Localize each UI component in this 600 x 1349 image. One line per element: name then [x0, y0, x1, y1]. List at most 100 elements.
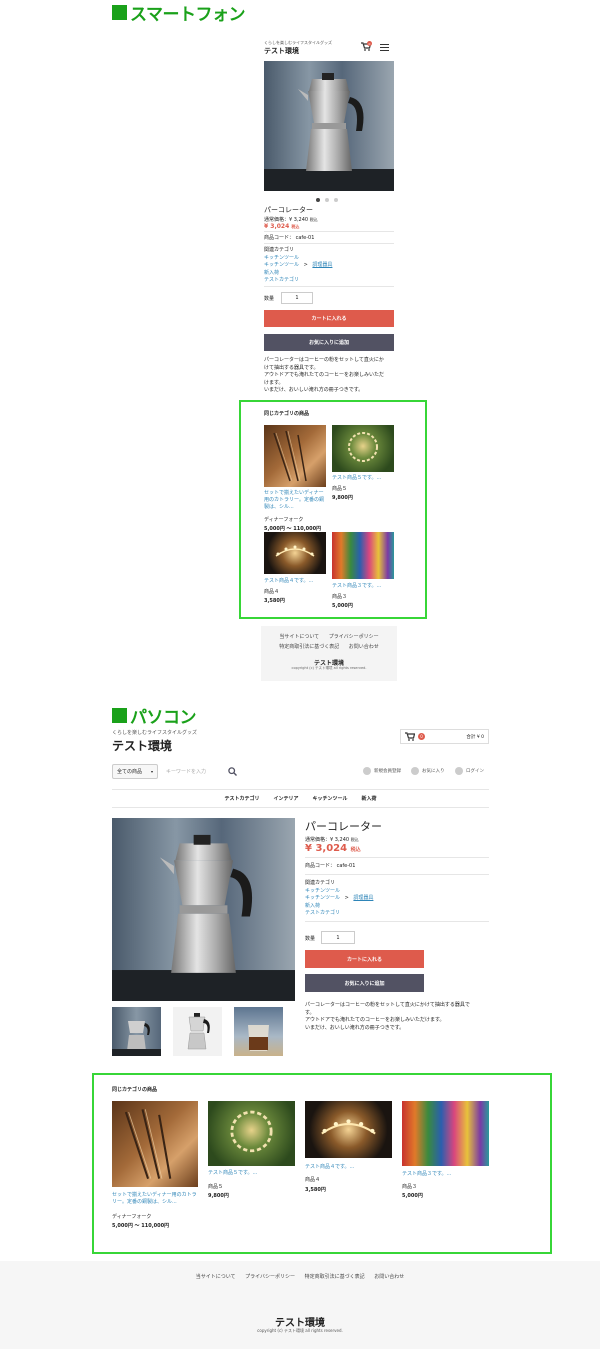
related-link[interactable]: テストカテゴリ — [264, 277, 332, 285]
pc-item-title[interactable]: セットで揃えたいディナー用のカトラリー。定番の銅製は、シル... — [112, 1192, 200, 1206]
smartphone-heading: スマートフォン — [112, 0, 246, 25]
nav-item[interactable]: 新入荷 — [362, 795, 377, 802]
sp-item-price: 5,000円 ～ 110,000円 — [264, 526, 322, 532]
related-link[interactable]: 新入荷 — [305, 903, 373, 911]
sp-cart-button[interactable]: 0 — [361, 41, 373, 54]
sp-item-image[interactable] — [264, 532, 326, 574]
related-link[interactable]: キッチンツール — [264, 262, 299, 268]
sp-item-price: 5,000円 — [332, 603, 353, 609]
pc-same-category-title: 同じカテゴリの商品 — [112, 1087, 158, 1093]
pc-footer-shop: テスト環境 — [275, 1318, 325, 1329]
pc-item-image[interactable] — [112, 1101, 198, 1187]
cart-icon — [405, 732, 415, 741]
pc-login-link[interactable]: ログイン — [455, 767, 484, 775]
sp-item-price: 9,800円 — [332, 495, 353, 501]
sp-item-title[interactable]: テスト商品５です。... — [332, 474, 381, 481]
carousel-dot[interactable] — [325, 198, 329, 202]
pc-description: パーコレーターはコーヒーの粉をセットして直火にかけて抽出する器具で す。 アウト… — [305, 1002, 495, 1032]
nav-item[interactable]: テストカテゴリ — [224, 795, 259, 802]
pc-tagline: くらしを楽しむライフスタイルグッズ — [112, 730, 198, 736]
footer-link[interactable]: 当サイトについて — [196, 1274, 236, 1280]
related-label: 関連カテゴリ — [305, 880, 336, 886]
sp-qty-input[interactable]: 1 — [281, 292, 313, 304]
pc-sale-price: ¥ 3,024 税込 — [305, 843, 361, 854]
pc-favorite-link[interactable]: お気に入り — [411, 767, 445, 775]
sp-item-title[interactable]: テスト商品３です。... — [332, 582, 381, 589]
sp-item-image[interactable] — [332, 425, 394, 472]
sp-shop-name[interactable]: テスト環境 — [264, 46, 299, 56]
price-tax: 税込 — [291, 224, 300, 229]
sp-add-to-favorite-button[interactable]: お気に入りに追加 — [264, 334, 394, 351]
tax-label: 税込 — [350, 837, 359, 842]
sp-qty-label: 数量 — [264, 296, 275, 302]
description-line: けて抽出する器具です。 — [264, 364, 319, 371]
footer-link[interactable]: プライバシーポリシー — [329, 634, 379, 640]
chevron-down-icon: ▾ — [150, 769, 153, 774]
pc-heading: パソコン — [112, 703, 197, 728]
smartphone-heading-text: スマートフォン — [130, 5, 246, 25]
category-select-value: 全ての商品 — [117, 769, 143, 775]
carousel-dot[interactable] — [316, 198, 320, 202]
pc-item-image[interactable] — [305, 1101, 392, 1158]
sp-product-image[interactable] — [264, 61, 394, 191]
sp-add-to-cart-button[interactable]: カートに入れる — [264, 310, 394, 327]
footer-link[interactable]: プライバシーポリシー — [245, 1274, 295, 1280]
pc-item-title[interactable]: テスト商品４です。... — [305, 1163, 354, 1170]
pc-footer: 当サイトについて プライバシーポリシー 特定商取引法に基づく表記 お問い合わせ … — [0, 1261, 600, 1349]
pc-heading-text: パソコン — [130, 708, 197, 728]
sp-product-name: パーコレーター — [264, 206, 313, 214]
pc-item-title[interactable]: テスト商品３です。... — [402, 1170, 451, 1177]
footer-link[interactable]: 当サイトについて — [279, 634, 319, 640]
sp-item-title[interactable]: テスト商品４です。... — [264, 577, 313, 584]
sp-carousel-dots[interactable] — [316, 198, 338, 202]
related-link[interactable]: キッチンツール — [264, 255, 332, 263]
description-line: アウトドアでも淹れたてのコーヒーをお楽しみいただけます。 — [305, 1017, 445, 1023]
sp-footer: 当サイトについて プライバシーポリシー 特定商取引法に基づく表記 お問い合わせ … — [261, 626, 397, 681]
pc-shop-name[interactable]: テスト環境 — [112, 737, 172, 754]
sp-cart-badge: 0 — [367, 41, 372, 46]
related-link[interactable]: キッチンツール — [305, 888, 373, 896]
description-line: パーコレーターはコーヒーの粉をセットして直火にか — [264, 357, 384, 363]
pc-register-link[interactable]: 新規会員登録 — [363, 767, 401, 775]
search-icon[interactable] — [228, 767, 237, 776]
pc-footer-links: 当サイトについて プライバシーポリシー 特定商取引法に基づく表記 お問い合わせ — [0, 1273, 600, 1280]
pc-item-image[interactable] — [208, 1101, 295, 1166]
related-label: 関連カテゴリ — [264, 247, 295, 253]
nav-item[interactable]: インテリア — [273, 795, 298, 802]
pc-cart-button[interactable]: 0 合計 ¥ 0 — [400, 729, 489, 744]
footer-link[interactable]: お問い合わせ — [374, 1274, 404, 1280]
sp-item-title[interactable]: セットで揃えたいディナー用のカトラリー。定番の銅製は、シル... — [264, 490, 328, 511]
pc-item-image[interactable] — [402, 1101, 489, 1166]
divider — [305, 874, 489, 875]
sp-item-image[interactable] — [264, 425, 326, 487]
sp-same-category-title: 同じカテゴリの商品 — [264, 411, 310, 417]
hamburger-menu-icon[interactable] — [380, 44, 389, 51]
related-link[interactable]: キッチンツール — [305, 895, 340, 901]
pc-item-title[interactable]: テスト商品５です。... — [208, 1169, 257, 1176]
pc-thumbnail[interactable] — [234, 1007, 283, 1056]
user-icon — [363, 767, 371, 775]
description-line: す。 — [305, 1009, 315, 1016]
related-link[interactable]: 調理器具 — [353, 895, 373, 901]
divider — [264, 231, 394, 232]
price-tax: 税込 — [350, 847, 361, 853]
pc-add-to-cart-button[interactable]: カートに入れる — [305, 950, 424, 968]
pc-add-to-favorite-button[interactable]: お気に入りに追加 — [305, 974, 424, 992]
pc-qty-input[interactable]: 1 — [321, 931, 355, 944]
related-link[interactable]: 新入荷 — [264, 270, 332, 278]
carousel-dot[interactable] — [334, 198, 338, 202]
footer-link[interactable]: 特定商取引法に基づく表記 — [305, 1274, 365, 1280]
footer-link[interactable]: 特定商取引法に基づく表記 — [279, 644, 339, 650]
sp-related-categories: 関連カテゴリ キッチンツール キッチンツール > 調理器具 新入荷 テストカテゴ… — [264, 247, 332, 285]
footer-link[interactable]: お問い合わせ — [349, 644, 379, 650]
pc-qty-label: 数量 — [305, 936, 316, 942]
heart-icon — [411, 767, 419, 775]
related-link[interactable]: 調理器具 — [312, 262, 332, 268]
sp-item-image[interactable] — [332, 532, 394, 579]
pc-thumbnail[interactable] — [173, 1007, 222, 1056]
nav-item[interactable]: キッチンツール — [313, 795, 348, 802]
related-link[interactable]: テストカテゴリ — [305, 910, 373, 918]
pc-category-select[interactable]: 全ての商品 ▾ — [112, 764, 158, 779]
pc-thumbnail[interactable] — [112, 1007, 161, 1056]
pc-product-image[interactable] — [112, 818, 295, 1001]
